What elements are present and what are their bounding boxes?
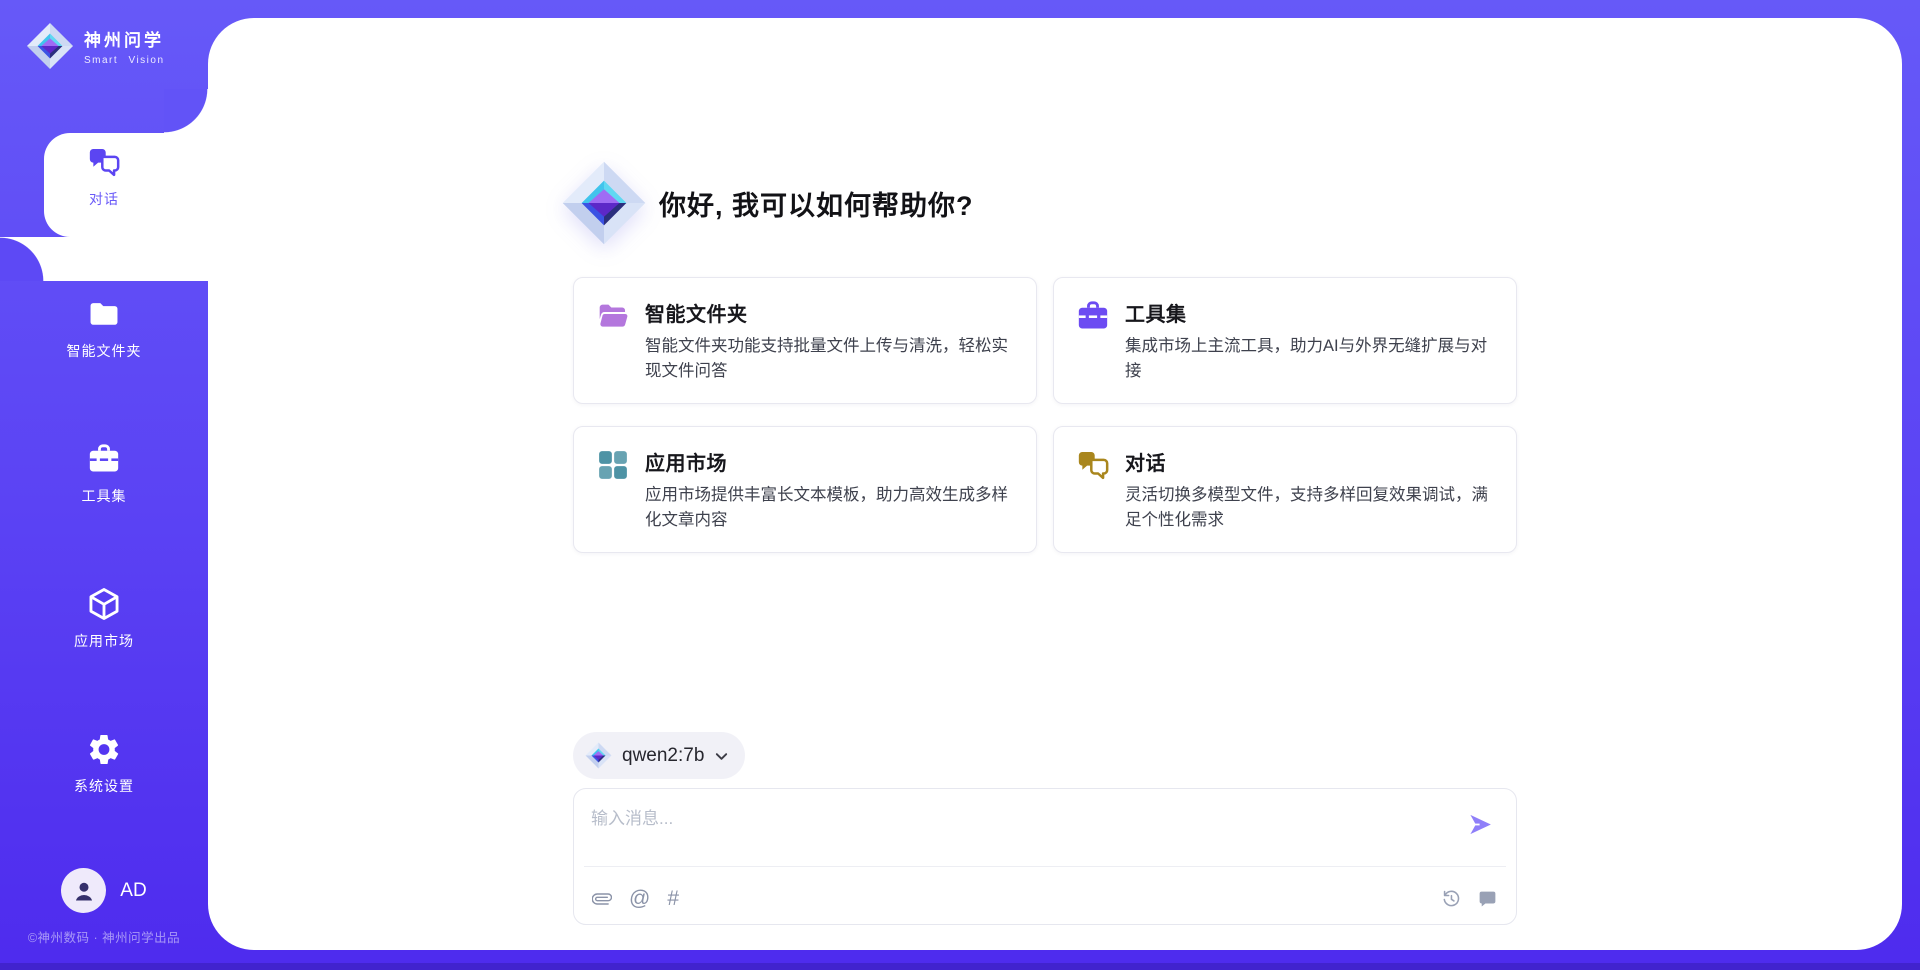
card-app-market[interactable]: 应用市场 应用市场提供丰富长文本模板，助力高效生成多样化文章内容	[573, 426, 1037, 553]
card-title: 对话	[1125, 447, 1494, 476]
card-description: 智能文件夹功能支持批量文件上传与清洗，轻松实现文件问答	[645, 334, 1014, 384]
toolbox-icon	[86, 441, 122, 477]
sidebar: 神州问学 Smart Vision 对话 智能文件夹 工具集 应用市场 系统设置…	[0, 0, 208, 970]
gear-icon	[86, 731, 122, 767]
feature-cards: 智能文件夹 智能文件夹功能支持批量文件上传与清洗，轻松实现文件问答 工具集 集成…	[573, 277, 1517, 553]
chevron-down-icon	[714, 749, 729, 764]
card-chat[interactable]: 对话 灵活切换多模型文件，支持多样回复效果调试，满足个性化需求	[1053, 426, 1517, 553]
sidebar-item-settings[interactable]: 系统设置	[0, 731, 208, 796]
card-title: 工具集	[1125, 298, 1494, 327]
folder-icon	[86, 296, 122, 332]
paperclip-icon[interactable]	[592, 888, 612, 910]
model-selector[interactable]: qwen2:7b	[573, 732, 745, 779]
card-description: 集成市场上主流工具，助力AI与外界无缝扩展与对接	[1125, 334, 1494, 384]
sidebar-item-label: 工具集	[82, 486, 127, 506]
person-icon	[69, 876, 99, 906]
model-name: qwen2:7b	[622, 745, 704, 767]
sidebar-item-app-market[interactable]: 应用市场	[0, 586, 208, 651]
brand-subtitle: Smart Vision	[84, 55, 165, 66]
composer-divider	[584, 866, 1506, 867]
brand-logo: 神州问学 Smart Vision	[26, 22, 165, 70]
greeting-block: 你好, 我可以如何帮助你?	[561, 160, 974, 246]
card-toolset[interactable]: 工具集 集成市场上主流工具，助力AI与外界无缝扩展与对接	[1053, 277, 1517, 404]
folder-open-icon	[596, 299, 630, 333]
sidebar-footer-text: ©神州数码 · 神州问学出品	[0, 927, 208, 946]
conversation-icon[interactable]	[1477, 889, 1498, 910]
card-title: 应用市场	[645, 447, 1014, 476]
card-description: 灵活切换多模型文件，支持多样回复效果调试，满足个性化需求	[1125, 483, 1494, 533]
sidebar-item-label: 对话	[89, 189, 119, 209]
chat-bubbles-icon	[1076, 448, 1110, 482]
toolbox-icon	[1076, 299, 1110, 333]
sidebar-item-toolset[interactable]: 工具集	[0, 441, 208, 506]
active-tab-curve-top	[164, 89, 208, 133]
sidebar-item-label: 系统设置	[74, 776, 134, 796]
window-bottom-edge	[0, 963, 1920, 970]
main-panel: 你好, 我可以如何帮助你? 智能文件夹 智能文件夹功能支持批量文件上传与清洗，轻…	[208, 18, 1902, 950]
sidebar-item-chat[interactable]: 对话	[0, 144, 208, 209]
card-description: 应用市场提供丰富长文本模板，助力高效生成多样化文章内容	[645, 483, 1014, 533]
assistant-diamond-icon	[561, 160, 647, 246]
model-diamond-icon	[585, 742, 612, 769]
user-initials: AD	[120, 880, 146, 902]
mention-icon[interactable]: @	[629, 888, 650, 910]
grid-icon	[596, 448, 630, 482]
cube-icon	[86, 586, 122, 622]
history-icon[interactable]	[1440, 888, 1462, 910]
user-profile[interactable]: AD	[0, 868, 208, 913]
brand-diamond-icon	[26, 22, 74, 70]
sidebar-item-label: 应用市场	[74, 631, 134, 651]
send-icon[interactable]	[1467, 811, 1494, 838]
card-smart-folder[interactable]: 智能文件夹 智能文件夹功能支持批量文件上传与清洗，轻松实现文件问答	[573, 277, 1037, 404]
avatar	[61, 868, 106, 913]
composer-left-tools: @ #	[592, 888, 679, 910]
card-title: 智能文件夹	[645, 298, 1014, 327]
message-composer: @ #	[573, 788, 1517, 925]
hashtag-icon[interactable]: #	[667, 888, 679, 910]
sidebar-item-label: 智能文件夹	[67, 341, 142, 361]
greeting-title: 你好, 我可以如何帮助你?	[659, 184, 974, 223]
composer-right-tools	[1440, 888, 1498, 910]
brand-name: 神州问学	[84, 26, 165, 51]
message-input[interactable]	[591, 804, 1451, 856]
sidebar-item-smart-folder[interactable]: 智能文件夹	[0, 296, 208, 361]
chat-bubbles-icon	[86, 144, 122, 180]
